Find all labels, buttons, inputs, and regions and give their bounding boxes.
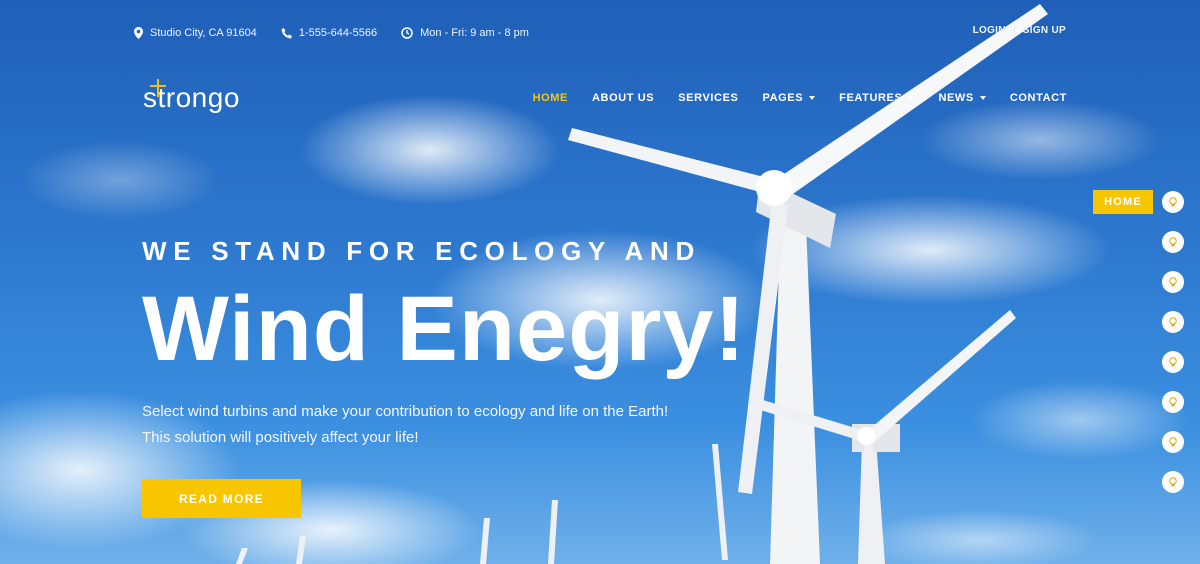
- address-info: Studio City, CA 91604: [134, 27, 257, 39]
- lightbulb-icon: [1169, 397, 1177, 407]
- auth-links: LOGIN SIGN UP: [973, 24, 1066, 36]
- nav-label: HOME: [532, 92, 568, 104]
- lightbulb-icon: [1169, 317, 1177, 327]
- hours-info: Mon - Fri: 9 am - 8 pm: [401, 27, 529, 39]
- chevron-down-icon: [809, 96, 816, 100]
- auth-divider: [1013, 24, 1015, 36]
- main-nav: HOME ABOUT US SERVICES PAGES FEATURES NE…: [509, 92, 1067, 104]
- read-more-button[interactable]: READ MORE: [142, 479, 301, 518]
- slide-dot-5[interactable]: [1162, 351, 1184, 373]
- chevron-down-icon: [979, 96, 986, 100]
- chevron-down-icon: [908, 96, 915, 100]
- nav-label: NEWS: [938, 92, 974, 104]
- active-slide-label: HOME: [1093, 190, 1153, 214]
- clock-icon: [401, 27, 413, 39]
- lightbulb-icon: [1169, 477, 1177, 487]
- nav-item-pages[interactable]: PAGES: [762, 92, 816, 104]
- lightbulb-icon: [1169, 197, 1177, 207]
- login-link[interactable]: LOGIN: [973, 25, 1006, 36]
- phone-text[interactable]: 1-555-644-5566: [299, 27, 377, 39]
- top-bar: Studio City, CA 91604 1-555-644-5566 Mon…: [134, 24, 1066, 42]
- slide-dot-3[interactable]: [1162, 271, 1184, 293]
- slide-dot-6[interactable]: [1162, 391, 1184, 413]
- slide-dot-4[interactable]: [1162, 311, 1184, 333]
- hours-text: Mon - Fri: 9 am - 8 pm: [420, 27, 529, 39]
- nav-label: CONTACT: [1009, 92, 1067, 104]
- nav-label: SERVICES: [678, 92, 739, 104]
- slide-dot-1[interactable]: [1162, 191, 1184, 213]
- signup-link[interactable]: SIGN UP: [1023, 25, 1066, 36]
- hero-kicker: WE STAND FOR ECOLOGY AND: [142, 236, 701, 266]
- phone-info: 1-555-644-5566: [281, 27, 377, 39]
- hero-description-line: Select wind turbins and make your contri…: [142, 403, 669, 420]
- logo-mark-icon: [150, 79, 166, 97]
- lightbulb-icon: [1169, 437, 1177, 447]
- hero-description-line: This solution will positively affect you…: [142, 429, 419, 446]
- site-logo[interactable]: strongo: [143, 79, 240, 114]
- nav-label: PAGES: [762, 92, 804, 104]
- nav-item-contact[interactable]: CONTACT: [1010, 92, 1067, 104]
- nav-item-news[interactable]: NEWS: [938, 92, 986, 104]
- hero-description: Select wind turbins and make your contri…: [142, 399, 862, 451]
- nav-item-home[interactable]: HOME: [533, 92, 568, 104]
- map-pin-icon: [134, 27, 143, 39]
- nav-item-about-us[interactable]: ABOUT US: [592, 92, 654, 104]
- address-text: Studio City, CA 91604: [150, 27, 257, 39]
- nav-item-features[interactable]: FEATURES: [839, 92, 915, 104]
- nav-label: ABOUT US: [591, 92, 655, 104]
- slide-dot-7[interactable]: [1162, 431, 1184, 453]
- phone-icon: [281, 27, 292, 38]
- lightbulb-icon: [1169, 357, 1177, 367]
- lightbulb-icon: [1169, 237, 1177, 247]
- slide-dot-8[interactable]: [1162, 471, 1184, 493]
- hero-content: WE STAND FOR ECOLOGY AND Wind Enegry! Se…: [142, 236, 862, 451]
- hero-headline: Wind Enegry!: [142, 278, 747, 380]
- nav-label: FEATURES: [839, 92, 903, 104]
- slide-dot-2[interactable]: [1162, 231, 1184, 253]
- lightbulb-icon: [1169, 277, 1177, 287]
- nav-item-services[interactable]: SERVICES: [678, 92, 738, 104]
